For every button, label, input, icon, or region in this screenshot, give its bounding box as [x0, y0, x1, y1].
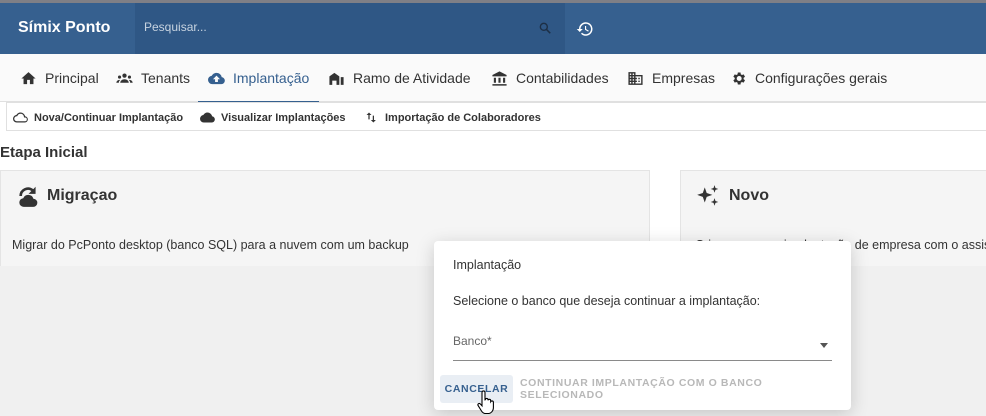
- home-icon: [21, 71, 36, 84]
- subtab-visualizar[interactable]: Visualizar Implantações: [200, 103, 346, 132]
- history-icon[interactable]: [576, 20, 594, 38]
- search-box[interactable]: [135, 3, 565, 54]
- stage-title: Etapa Inicial: [0, 144, 88, 161]
- cloud-icon: [200, 112, 215, 123]
- card-title: Novo: [729, 187, 769, 204]
- gear-icon: [733, 72, 745, 84]
- tab-empresas[interactable]: Empresas: [627, 54, 715, 102]
- tab-label: Empresas: [652, 70, 716, 86]
- card-title: Migraçao: [47, 187, 118, 204]
- people-icon: [116, 73, 133, 83]
- hand-cursor-icon: [477, 390, 494, 414]
- banco-select-label: Banco*: [453, 334, 492, 348]
- tab-contabilidades[interactable]: Contabilidades: [491, 54, 609, 102]
- sub-tabs: Nova/Continuar Implantação Visualizar Im…: [6, 102, 986, 131]
- app-title[interactable]: Símix Ponto: [18, 19, 110, 37]
- subtab-nova-continuar[interactable]: Nova/Continuar Implantação: [13, 103, 183, 132]
- tab-implantacao[interactable]: Implantação: [197, 54, 320, 103]
- company-icon: [628, 71, 643, 85]
- tab-principal[interactable]: Principal: [20, 54, 99, 102]
- tab-configuracoes-gerais[interactable]: Configurações gerais: [730, 54, 887, 102]
- implantacao-dialog: Implantação Selecione o banco que deseja…: [434, 241, 851, 410]
- banco-select[interactable]: Banco*: [453, 329, 832, 361]
- tab-label: Ramo de Atividade: [353, 70, 471, 86]
- tab-tenants[interactable]: Tenants: [116, 54, 190, 102]
- cloud-outline-icon: [13, 112, 28, 123]
- continue-implantacao-button[interactable]: CONTINUAR IMPLANTAÇÃO COM O BANCO SELECI…: [520, 375, 843, 403]
- chevron-down-icon[interactable]: [820, 343, 828, 348]
- subtab-label: Importação de Colaboradores: [385, 111, 541, 124]
- tab-label: Principal: [45, 70, 99, 86]
- building-icon: [329, 72, 344, 85]
- main-tabs: Principal Tenants Implantação Ramo de At…: [0, 54, 986, 103]
- tab-label: Configurações gerais: [755, 70, 888, 86]
- cloud-sync-icon: [19, 186, 38, 207]
- swap-vertical-icon: [366, 112, 376, 123]
- top-app-bar: Símix Ponto: [0, 0, 986, 54]
- subtab-label: Nova/Continuar Implantação: [34, 111, 184, 124]
- subtab-importacao[interactable]: Importação de Colaboradores: [364, 103, 541, 132]
- tab-ramo-de-atividade[interactable]: Ramo de Atividade: [328, 54, 471, 102]
- tab-label: Contabilidades: [516, 70, 609, 86]
- dialog-message: Selecione o banco que deseja continuar a…: [453, 294, 761, 308]
- cloud-upload-icon: [208, 72, 225, 84]
- card-description: Migrar do PcPonto desktop (banco SQL) pa…: [12, 238, 409, 252]
- sparkles-icon: [697, 185, 719, 206]
- dialog-title: Implantação: [453, 258, 522, 272]
- search-input[interactable]: [144, 17, 524, 37]
- tab-label: Implantação: [233, 70, 310, 86]
- bank-icon: [492, 70, 507, 86]
- tab-label: Tenants: [141, 70, 191, 86]
- subtab-label: Visualizar Implantações: [221, 111, 346, 124]
- search-icon[interactable]: [538, 21, 552, 35]
